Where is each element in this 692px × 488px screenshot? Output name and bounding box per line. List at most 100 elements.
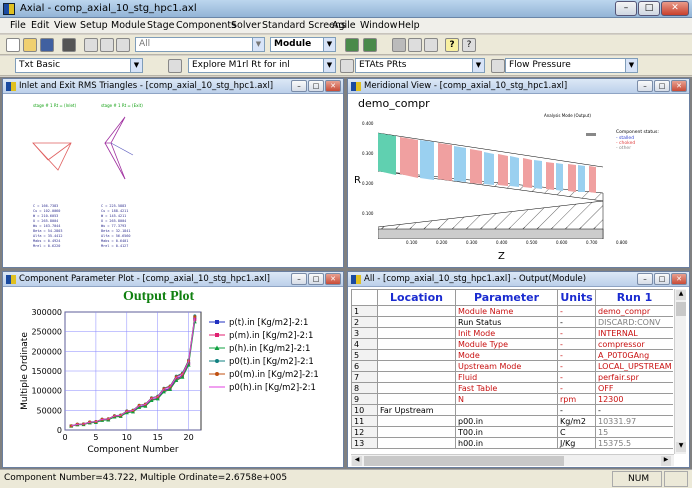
units-cell[interactable]: -	[557, 327, 596, 339]
location-cell[interactable]	[377, 371, 456, 383]
table-row[interactable]: 4 Module Type - compressor	[351, 338, 673, 350]
table-row[interactable]: 8 Fast Table - OFF	[351, 382, 673, 394]
parameter-cell[interactable]: Fast Table	[455, 382, 558, 394]
col-header-rownum[interactable]	[351, 289, 378, 306]
maximize-icon[interactable]: □	[654, 273, 670, 285]
output-window-titlebar[interactable]: All - [comp_axial_10_stg_hpc1.axl] - Out…	[348, 272, 689, 287]
scroll-down-icon[interactable]: ▼	[676, 442, 686, 452]
maximize-icon[interactable]: □	[308, 80, 324, 92]
close-button[interactable]: ✕	[661, 1, 689, 16]
units-cell[interactable]: -	[557, 349, 596, 361]
parameter-cell[interactable]	[455, 404, 558, 416]
units-cell[interactable]: -	[557, 382, 596, 394]
row-number[interactable]: 10	[351, 404, 378, 416]
table-row[interactable]: 10 Far Upstream - -	[351, 404, 673, 416]
run1-cell[interactable]: DISCARD:CONV	[595, 316, 673, 328]
menu-stage[interactable]: Stage	[147, 20, 174, 31]
flow-combo[interactable]: Flow Pressure ▼	[505, 58, 638, 73]
row-number[interactable]: 8	[351, 382, 378, 394]
table-row[interactable]: 7 Fluid - perfair.spr	[351, 371, 673, 383]
location-cell[interactable]	[377, 415, 456, 427]
table-view-icon[interactable]	[168, 59, 182, 73]
new-file-icon[interactable]	[6, 38, 20, 52]
location-cell[interactable]	[377, 437, 456, 449]
minimize-icon[interactable]: –	[637, 80, 653, 92]
location-cell[interactable]	[377, 426, 456, 438]
plot-view-icon[interactable]	[491, 59, 505, 73]
units-cell[interactable]: rpm	[557, 393, 596, 405]
meridional-view-icon[interactable]	[340, 59, 354, 73]
run1-cell[interactable]: perfair.spr	[595, 371, 673, 383]
table-row[interactable]: 5 Mode - A_P0T0GAng	[351, 349, 673, 361]
menu-edit[interactable]: Edit	[31, 20, 49, 31]
parameter-cell[interactable]: Fluid	[455, 371, 558, 383]
close-icon[interactable]: ✕	[671, 273, 687, 285]
menu-agile[interactable]: Agile	[332, 20, 356, 31]
context-help-icon[interactable]: ?	[462, 38, 476, 52]
table-row[interactable]: 11 p00.in Kg/m2 10331.97	[351, 415, 673, 427]
table-row[interactable]: 1 Module Name - demo_compr	[351, 305, 673, 317]
table-row[interactable]: 13 h00.in J/Kg 15375.5	[351, 437, 673, 449]
location-cell[interactable]	[377, 316, 456, 328]
parameter-cell[interactable]: Module Name	[455, 305, 558, 317]
row-number[interactable]: 13	[351, 437, 378, 449]
param-plot-window-titlebar[interactable]: Component Parameter Plot - [comp_axial_1…	[3, 272, 343, 287]
location-cell[interactable]	[377, 338, 456, 350]
location-cell[interactable]	[377, 305, 456, 317]
run-stage-icon[interactable]	[363, 38, 377, 52]
triangles-window-titlebar[interactable]: Inlet and Exit RMS Triangles - [comp_axi…	[3, 79, 343, 94]
table-row[interactable]: 6 Upstream Mode - LOCAL_UPSTREAM	[351, 360, 673, 372]
row-number[interactable]: 4	[351, 338, 378, 350]
menu-view[interactable]: View	[54, 20, 77, 31]
menu-setup[interactable]: Setup	[80, 20, 108, 31]
paste-icon[interactable]	[116, 38, 130, 52]
units-cell[interactable]: Kg/m2	[557, 415, 596, 427]
maximize-icon[interactable]: □	[654, 80, 670, 92]
maximize-button[interactable]: □	[638, 1, 660, 16]
location-cell[interactable]	[377, 327, 456, 339]
parameter-cell[interactable]: Upstream Mode	[455, 360, 558, 372]
run1-cell[interactable]: -	[595, 404, 673, 416]
row-number[interactable]: 2	[351, 316, 378, 328]
run1-cell[interactable]: demo_compr	[595, 305, 673, 317]
parameter-cell[interactable]: h00.in	[455, 437, 558, 449]
redo-icon[interactable]	[424, 38, 438, 52]
row-number[interactable]: 5	[351, 349, 378, 361]
row-number[interactable]: 3	[351, 327, 378, 339]
location-cell[interactable]	[377, 360, 456, 372]
table-row[interactable]: 2 Run Status - DISCARD:CONV	[351, 316, 673, 328]
run1-cell[interactable]: INTERNAL	[595, 327, 673, 339]
run1-cell[interactable]: 15375.5	[595, 437, 673, 449]
tile-windows-icon[interactable]	[392, 38, 406, 52]
units-cell[interactable]: -	[557, 316, 596, 328]
module-combo[interactable]: Module ▼	[270, 37, 336, 52]
hscroll-thumb[interactable]	[364, 456, 564, 466]
run1-cell[interactable]: A_P0T0GAng	[595, 349, 673, 361]
minimize-icon[interactable]: –	[637, 273, 653, 285]
table-row[interactable]: 3 Init Mode - INTERNAL	[351, 327, 673, 339]
location-cell[interactable]	[377, 393, 456, 405]
row-number[interactable]: 7	[351, 371, 378, 383]
text-mode-combo[interactable]: Txt Basic ▼	[15, 58, 143, 73]
horizontal-scrollbar[interactable]: ◀ ▶	[351, 454, 674, 466]
row-number[interactable]: 6	[351, 360, 378, 372]
col-header-run1[interactable]: Run 1	[595, 289, 673, 306]
help-icon[interactable]: ?	[445, 38, 459, 52]
run1-cell[interactable]: LOCAL_UPSTREAM	[595, 360, 673, 372]
units-cell[interactable]: -	[557, 371, 596, 383]
scroll-right-icon[interactable]: ▶	[661, 456, 671, 466]
save-icon[interactable]	[40, 38, 54, 52]
explore-combo[interactable]: Explore M1rl Rt for inl ▼	[188, 58, 336, 73]
location-cell[interactable]	[377, 382, 456, 394]
row-number[interactable]: 1	[351, 305, 378, 317]
parameter-cell[interactable]: T00.in	[455, 426, 558, 438]
row-number[interactable]: 11	[351, 415, 378, 427]
minimize-button[interactable]: –	[615, 1, 637, 16]
menu-window[interactable]: Window	[360, 20, 397, 31]
row-number[interactable]: 9	[351, 393, 378, 405]
parameter-cell[interactable]: Mode	[455, 349, 558, 361]
minimize-icon[interactable]: –	[291, 273, 307, 285]
units-cell[interactable]: -	[557, 338, 596, 350]
parameter-cell[interactable]: Run Status	[455, 316, 558, 328]
location-cell[interactable]	[377, 349, 456, 361]
